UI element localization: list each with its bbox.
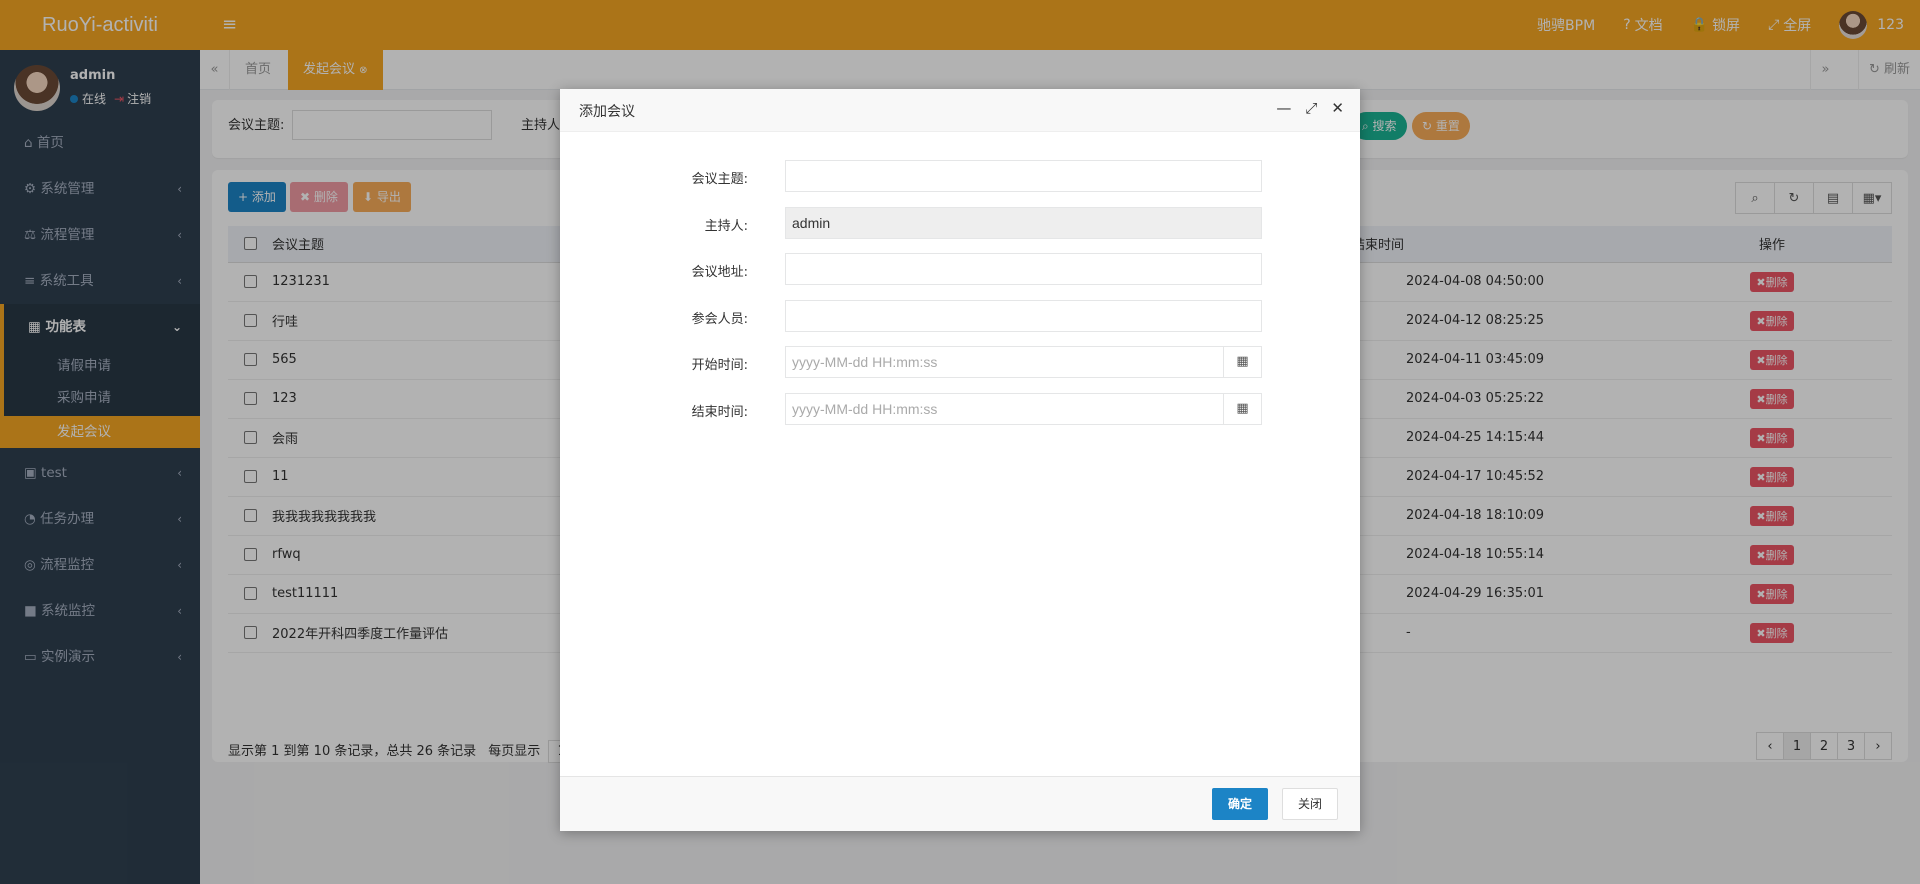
- topic-input[interactable]: [785, 160, 1262, 192]
- end-time-label: 结束时间:: [691, 404, 748, 420]
- end-time-input[interactable]: yyyy-MM-dd HH:mm:ss: [785, 392, 1262, 425]
- calendar-icon[interactable]: ▦: [1223, 392, 1262, 425]
- form-row-end-time: 结束时间: yyyy-MM-dd HH:mm:ss ▦: [560, 392, 1360, 440]
- host-input: admin: [785, 206, 1262, 239]
- maximize-icon[interactable]: ⤢: [1305, 99, 1317, 117]
- attendees-label: 参会人员:: [691, 311, 748, 327]
- form-row-start-time: 开始时间: yyyy-MM-dd HH:mm:ss ▦: [560, 346, 1360, 393]
- form-row-host: 主持人: admin: [560, 206, 1360, 254]
- add-meeting-dialog: 添加会议 — ⤢ ✕ 会议主题: 主持人: admin 会议地址: 参会人员: …: [560, 89, 1360, 831]
- dialog-header: 添加会议 — ⤢ ✕: [560, 89, 1360, 132]
- dialog-footer: 确定 关闭: [560, 776, 1360, 831]
- host-label: 主持人:: [704, 218, 748, 234]
- address-input[interactable]: [785, 253, 1262, 285]
- form-row-attendees: 参会人员:: [560, 299, 1360, 347]
- form-row-topic: 会议主题:: [560, 160, 1360, 207]
- dialog-title: 添加会议: [579, 104, 635, 120]
- topic-label: 会议主题:: [691, 172, 748, 187]
- start-time-label: 开始时间:: [691, 358, 748, 373]
- close-icon[interactable]: ✕: [1331, 99, 1344, 117]
- close-button[interactable]: 关闭: [1282, 788, 1338, 820]
- address-label: 会议地址:: [691, 265, 748, 280]
- form-row-address: 会议地址:: [560, 253, 1360, 300]
- calendar-icon[interactable]: ▦: [1223, 346, 1262, 378]
- confirm-button[interactable]: 确定: [1212, 788, 1268, 820]
- dialog-controls: — ⤢ ✕: [1276, 99, 1344, 117]
- attendees-input[interactable]: [785, 299, 1262, 332]
- start-time-input[interactable]: yyyy-MM-dd HH:mm:ss: [785, 346, 1262, 378]
- meeting-form: 会议主题: 主持人: admin 会议地址: 参会人员: 开始时间: yyyy-…: [560, 160, 1360, 439]
- minimize-icon[interactable]: —: [1276, 99, 1291, 117]
